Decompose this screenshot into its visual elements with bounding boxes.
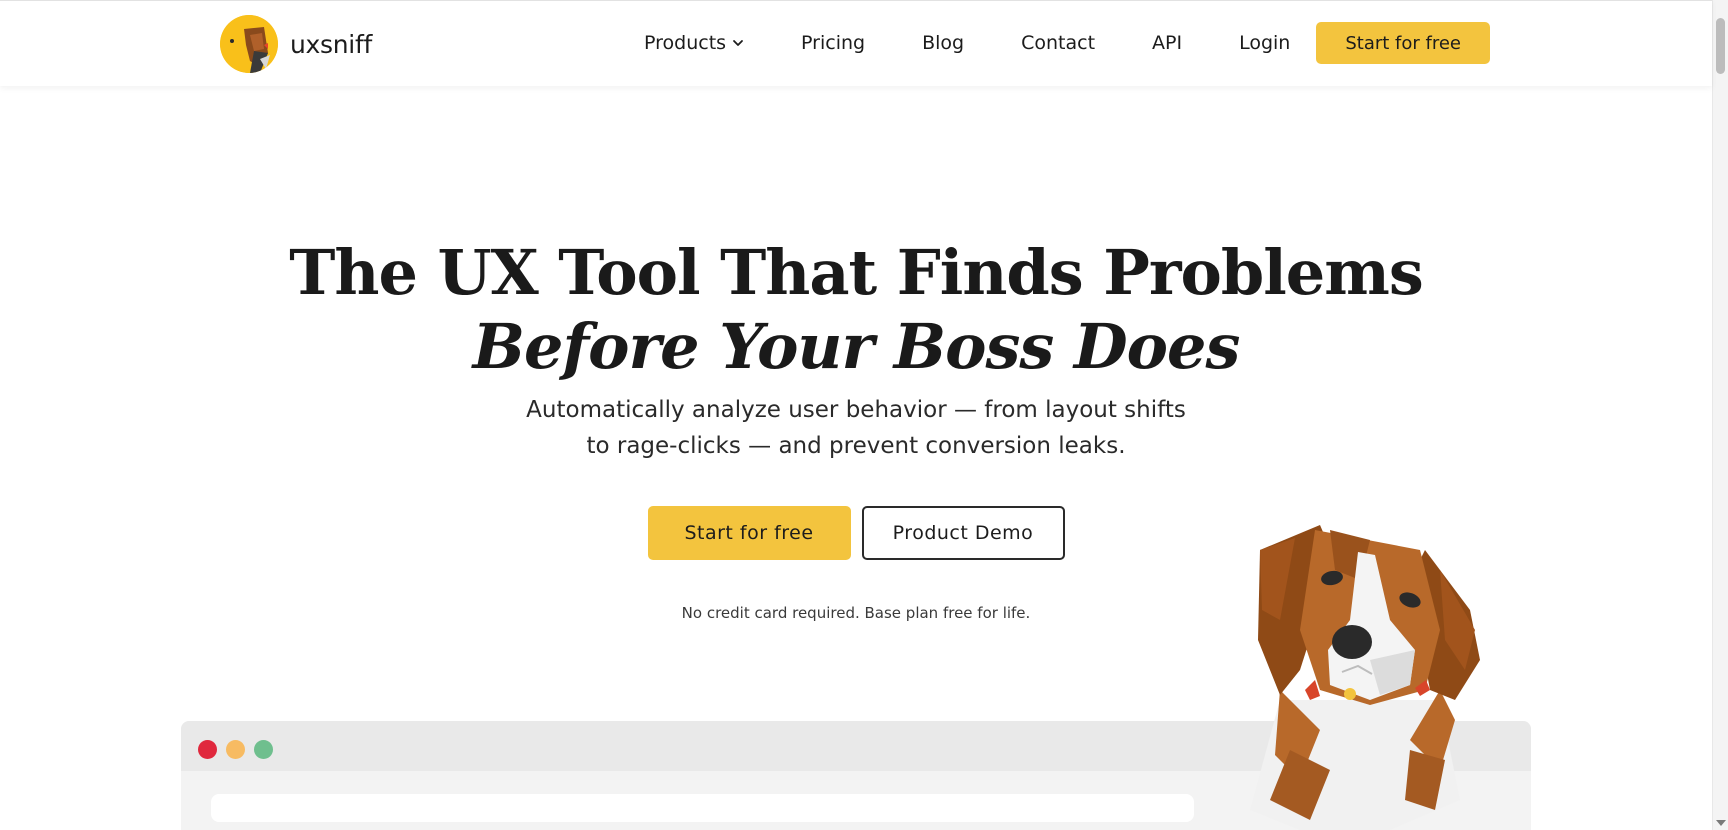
nav-products-label: Products <box>644 32 727 54</box>
main-nav: Products Pricing Blog Contact API Login … <box>644 21 1490 65</box>
nav-blog[interactable]: Blog <box>922 32 964 54</box>
beagle-logo-icon <box>220 15 278 73</box>
mockup-address-bar <box>211 794 1194 822</box>
nav-products[interactable]: Products <box>644 32 744 54</box>
close-dot <box>198 740 217 759</box>
scrollbar-thumb[interactable] <box>1716 18 1725 74</box>
hero-subtitle-line1: Automatically analyze user behavior — fr… <box>526 397 1186 423</box>
nav-pricing[interactable]: Pricing <box>801 32 865 54</box>
page-scrollbar[interactable] <box>1712 0 1728 830</box>
minimize-dot <box>226 740 245 759</box>
maximize-dot <box>254 740 273 759</box>
start-free-button[interactable]: Start for free <box>647 506 851 560</box>
hero-title: The UX Tool That Finds Problems Before Y… <box>0 236 1712 384</box>
nav-api[interactable]: API <box>1152 32 1182 54</box>
nav-contact[interactable]: Contact <box>1021 32 1095 54</box>
beagle-illustration <box>1250 525 1480 830</box>
hero-title-line2: Before Your Boss Does <box>472 310 1241 383</box>
header-start-free-button[interactable]: Start for free <box>1316 22 1490 64</box>
hero-subtitle-line2: to rage-clicks — and prevent conversion … <box>586 433 1126 459</box>
logo-link[interactable]: uxsniff <box>220 15 372 73</box>
brand-name: uxsniff <box>290 29 372 59</box>
hero-subtitle: Automatically analyze user behavior — fr… <box>0 392 1712 464</box>
scroll-down-arrow-icon[interactable] <box>1716 820 1726 826</box>
site-header: uxsniff Products Pricing Blog Contact AP… <box>0 0 1712 86</box>
hero-title-line1: The UX Tool That Finds Problems <box>289 236 1423 309</box>
chevron-down-icon <box>733 40 743 46</box>
product-demo-button[interactable]: Product Demo <box>861 506 1065 560</box>
nav-login[interactable]: Login <box>1239 32 1290 54</box>
